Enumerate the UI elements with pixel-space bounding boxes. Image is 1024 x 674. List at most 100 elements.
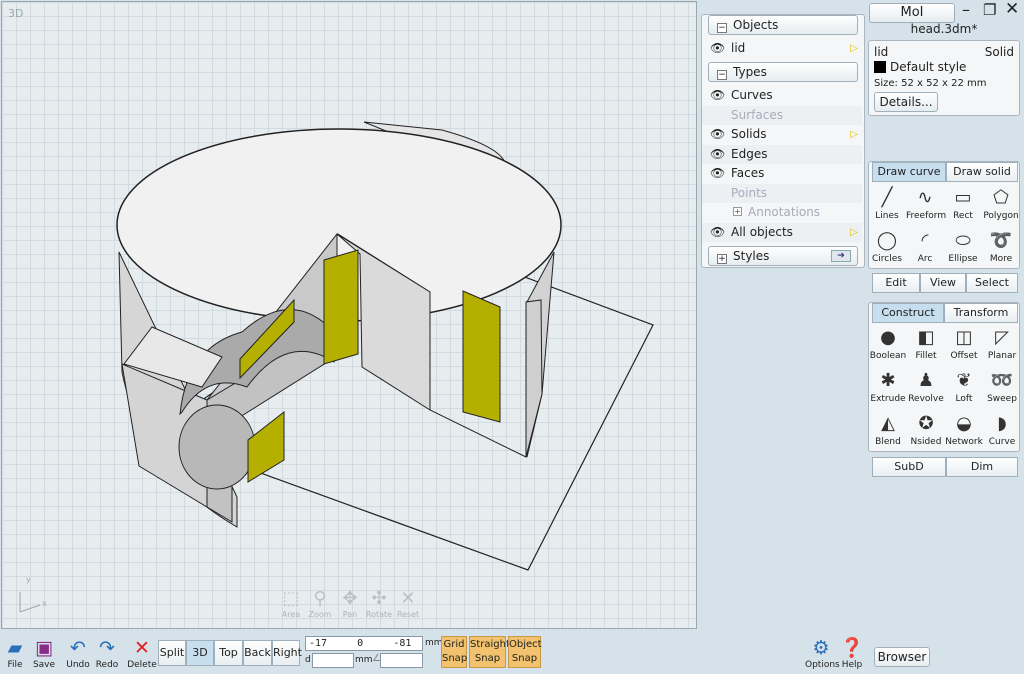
tool-label: Revolve (908, 394, 944, 404)
arrow-right-icon[interactable]: ➔ (831, 250, 851, 262)
delete-button[interactable]: ✕ Delete (127, 636, 157, 670)
type-item-points[interactable]: Points (702, 184, 862, 203)
reset-button[interactable]: ✕ Reset (393, 588, 423, 619)
eye-icon[interactable]: 👁 (710, 86, 725, 105)
save-button[interactable]: ▣ Save (29, 636, 59, 670)
type-item-surfaces[interactable]: Surfaces (702, 106, 862, 125)
arrow-right-icon[interactable]: ▷ (850, 125, 858, 144)
close-icon[interactable]: ✕ (1005, 0, 1019, 19)
coordinate-input[interactable]: -17 0 -81 (305, 636, 423, 651)
object-snap-toggle[interactable]: Object Snap (508, 636, 542, 668)
eye-icon[interactable]: 👁 (710, 164, 725, 183)
construct-tool-network-button[interactable]: ◒ Network (945, 411, 983, 447)
minimize-icon[interactable]: – (962, 0, 970, 19)
blend-icon: ◭ (881, 413, 895, 434)
tab-draw-curve[interactable]: Draw curve (872, 162, 946, 182)
dim-button[interactable]: Dim (946, 457, 1018, 477)
construct-tool-curve-button[interactable]: ◗ Curve (983, 411, 1021, 447)
undo-button[interactable]: ↶ Undo (63, 636, 93, 670)
zoom-button[interactable]: ⚲ Zoom (305, 588, 335, 619)
type-item-curves[interactable]: 👁 Curves (702, 86, 862, 105)
area-zoom-button[interactable]: ⬚ Area (276, 588, 306, 619)
view-right-button[interactable]: Right (272, 640, 302, 666)
expand-icon: + (717, 254, 727, 264)
3d-viewport[interactable]: 3D y x ⬚ Area ⚲ Zoom ✥ Pan ✣ Rotate ✕ Re… (1, 1, 697, 629)
straight-snap-toggle[interactable]: Straight Snap (469, 636, 510, 668)
rotate-button[interactable]: ✣ Rotate (364, 588, 394, 619)
file-button[interactable]: ▰ File (0, 636, 30, 670)
type-item-annotations[interactable]: + Annotations (702, 203, 862, 222)
view-3d-button[interactable]: 3D (186, 640, 214, 666)
app-menu-button[interactable]: MoI (869, 3, 955, 23)
draw-tool-ellipse-button[interactable]: ⬭ Ellipse (944, 228, 982, 264)
types-section-header[interactable]: − Types (708, 62, 858, 82)
restore-icon[interactable]: ❐ (983, 1, 996, 19)
type-item-solids[interactable]: 👁 Solids ▷ (702, 125, 862, 144)
tab-select[interactable]: Select (966, 273, 1018, 293)
construct-tool-sweep-button[interactable]: ➿ Sweep (983, 368, 1021, 404)
arrow-right-icon[interactable]: ▷ (850, 223, 858, 242)
tab-construct[interactable]: Construct (872, 303, 944, 323)
pan-button[interactable]: ✥ Pan (335, 588, 365, 619)
styles-section-header[interactable]: + Styles ➔ (708, 246, 858, 266)
type-item-faces[interactable]: 👁 Faces (702, 164, 862, 183)
delete-icon: ✕ (134, 637, 150, 659)
construct-tool-nsided-button[interactable]: ✪ Nsided (907, 411, 945, 447)
construct-tool-loft-button[interactable]: ❦ Loft (945, 368, 983, 404)
objects-section-header[interactable]: − Objects (708, 15, 858, 35)
eye-icon[interactable]: 👁 (710, 145, 725, 164)
type-item-edges[interactable]: 👁 Edges (702, 145, 862, 164)
draw-tool-lines-button[interactable]: ╱ Lines (868, 185, 906, 221)
tab-transform[interactable]: Transform (944, 303, 1018, 323)
construct-tool-boolean-button[interactable]: ● Boolean (869, 325, 907, 361)
object-name: lid (874, 45, 889, 59)
tab-view[interactable]: View (920, 273, 966, 293)
construct-tool-fillet-button[interactable]: ◧ Fillet (907, 325, 945, 361)
construct-tool-revolve-button[interactable]: ♟ Revolve (907, 368, 945, 404)
draw-tool-arc-button[interactable]: ◜ Arc (906, 228, 944, 264)
view-top-button[interactable]: Top (214, 640, 243, 666)
construct-tool-extrude-button[interactable]: ✱ Extrude (869, 368, 907, 404)
style-swatch[interactable] (874, 61, 886, 73)
details-button[interactable]: Details... (874, 92, 938, 112)
construct-tool-planar-button[interactable]: ◸ Planar (983, 325, 1021, 361)
tab-edit[interactable]: Edit (872, 273, 920, 293)
view-back-button[interactable]: Back (243, 640, 272, 666)
loft-icon: ❦ (956, 370, 972, 391)
redo-button[interactable]: ↷ Redo (92, 636, 122, 670)
eye-icon[interactable]: 👁 (710, 223, 725, 242)
object-item-lid[interactable]: 👁 lid ▷ (702, 39, 862, 58)
model-scene[interactable]: y x (2, 2, 697, 629)
angle-input[interactable] (380, 653, 423, 668)
offset-icon: ◫ (955, 327, 973, 348)
all-objects-item[interactable]: 👁 All objects ▷ (702, 223, 862, 242)
draw-tool-rect-button[interactable]: ▭ Rect (944, 185, 982, 221)
expand-icon[interactable]: + (733, 207, 742, 216)
rotate-icon: ✣ (371, 588, 387, 609)
file-name: head.3dm* (910, 22, 978, 36)
view-split-button[interactable]: Split (158, 640, 186, 666)
draw-tool-freeform-button[interactable]: ∿ Freeform (906, 185, 946, 221)
arrow-right-icon[interactable]: ▷ (850, 39, 858, 58)
fillet-icon: ◧ (917, 327, 935, 348)
arc-icon: ◜ (921, 230, 929, 251)
line-icon: ╱ (881, 187, 893, 208)
distance-input[interactable] (312, 653, 354, 668)
options-button[interactable]: ⚙ Options (805, 636, 840, 670)
grid-snap-toggle[interactable]: Grid Snap (441, 636, 467, 668)
construct-tool-blend-button[interactable]: ◭ Blend (869, 411, 907, 447)
subd-button[interactable]: SubD (872, 457, 946, 477)
eye-icon[interactable]: 👁 (710, 125, 725, 144)
eye-icon[interactable]: 👁 (710, 39, 725, 58)
construct-tool-offset-button[interactable]: ◫ Offset (945, 325, 983, 361)
style-name[interactable]: Default style (890, 60, 966, 74)
draw-tool-polygon-button[interactable]: ⬠ Polygon (982, 185, 1020, 221)
draw-tool-more-button[interactable]: ➰ More (982, 228, 1020, 264)
tab-draw-solid[interactable]: Draw solid (946, 162, 1018, 182)
draw-tool-circles-button[interactable]: ◯ Circles (868, 228, 906, 264)
save-icon: ▣ (35, 637, 53, 659)
help-button[interactable]: ❓ Help (837, 636, 867, 670)
coord-x: -17 (309, 638, 328, 649)
tool-label: Nsided (910, 437, 942, 447)
browser-button[interactable]: Browser (874, 647, 930, 667)
